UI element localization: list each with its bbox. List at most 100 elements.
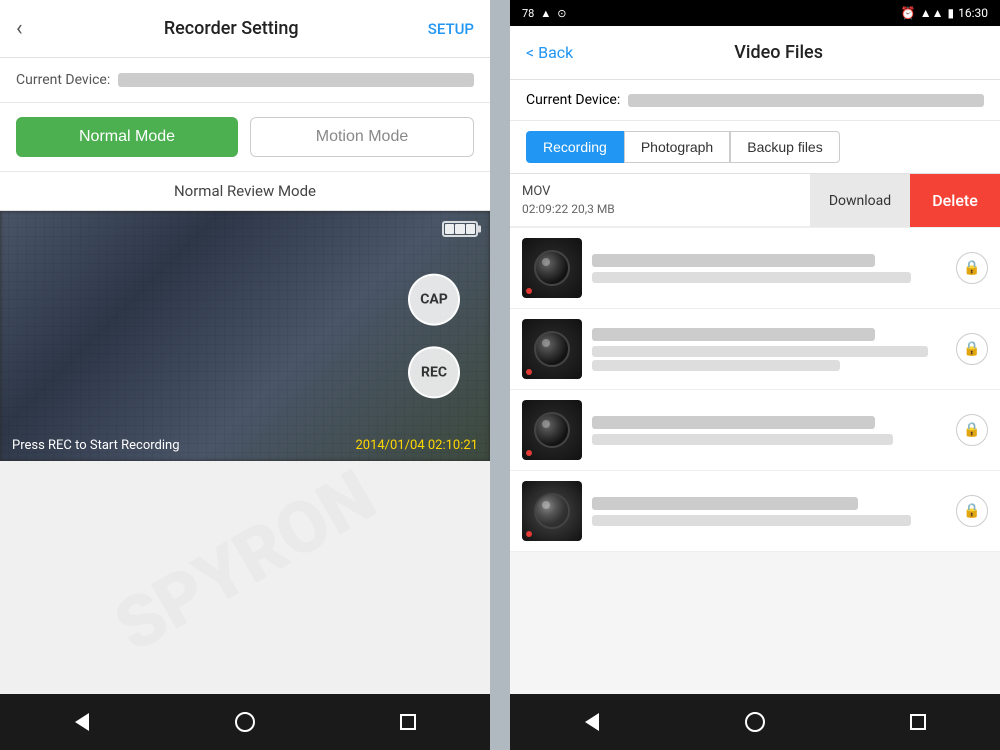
left-header: ‹ Recorder Setting SETUP [0,0,490,58]
nav-back-left[interactable] [62,702,102,742]
cap-button[interactable]: CAP [408,274,460,326]
back-triangle-icon-right [585,713,599,731]
file-row-1: 🔒 [510,228,1000,308]
file-name-blur-1 [592,254,875,267]
tab-recording[interactable]: Recording [526,131,624,163]
file-meta-blur-2 [592,346,928,357]
video-bottom-bar: Press REC to Start Recording 2014/01/04 … [0,430,490,461]
motion-mode-button[interactable]: Motion Mode [250,117,474,157]
alarm-icon: ⏰ [901,6,916,20]
nav-back-right[interactable] [572,702,612,742]
mode-buttons-row: Normal Mode Motion Mode [0,103,490,172]
file-row-2: 🔒 [510,309,1000,389]
camera-lens-icon [534,493,570,529]
file-list: 🔒 🔒 [510,228,1000,552]
device-label-left: Current Device: [16,72,110,88]
file-info-3 [592,416,946,445]
status-bar: 78 ▲ ⊙ ⏰ ▲▲ ▮ 16:30 [510,0,1000,26]
download-button[interactable]: Download [810,174,910,227]
file-name-blur-2 [592,328,875,341]
home-circle-icon-right [745,712,765,732]
file-info-4 [592,497,946,526]
video-overlay [0,211,490,461]
battery-status-icon: ▮ [948,6,955,20]
file-name-blur-4 [592,497,858,510]
device-row-left: Current Device: [0,58,490,103]
file-meta-first: 02:09:22 20,3 MB [522,202,800,216]
page-title-left: Recorder Setting [35,18,428,39]
camera-thumbnail-4 [522,481,582,541]
watermark: SPYRON [101,461,390,661]
review-mode-label: Normal Review Mode [0,172,490,211]
press-rec-text: Press REC to Start Recording [12,438,180,453]
left-phone: ‹ Recorder Setting SETUP Current Device:… [0,0,490,750]
left-content: Current Device: Normal Mode Motion Mode … [0,58,490,694]
nav-recent-left[interactable] [388,702,428,742]
right-nav-bar [510,694,1000,750]
file-name-blur-3 [592,416,875,429]
normal-mode-button[interactable]: Normal Mode [16,117,238,157]
rec-button[interactable]: REC [408,346,460,398]
camera-red-dot [526,531,532,537]
lock-icon-4[interactable]: 🔒 [956,495,988,527]
nav-home-left[interactable] [225,702,265,742]
right-header: < Back Video Files [510,26,1000,80]
nav-home-right[interactable] [735,702,775,742]
device-row-right: Current Device: [510,80,1000,121]
right-content: Current Device: Recording Photograph Bac… [510,80,1000,694]
camera-red-dot [526,369,532,375]
timestamp: 2014/01/04 02:10:21 [355,438,478,453]
lock-icon-2[interactable]: 🔒 [956,333,988,365]
recent-square-icon [400,714,416,730]
home-circle-icon [235,712,255,732]
video-preview: CAP REC Press REC to Start Recording 201… [0,211,490,461]
camera-lens-icon [534,412,570,448]
file-row-3: 🔒 [510,390,1000,470]
file-meta-blur-3 [592,434,893,445]
file-meta-blur-2b [592,360,840,371]
file-row-4: 🔒 [510,471,1000,551]
tab-backup-files[interactable]: Backup files [730,131,839,163]
status-left: 78 ▲ ⊙ [522,7,566,20]
back-triangle-icon [75,713,89,731]
back-button[interactable]: ‹ [16,16,23,41]
camera-thumbnail-1 [522,238,582,298]
lock-icon-3[interactable]: 🔒 [956,414,988,446]
nav-recent-right[interactable] [898,702,938,742]
status-icon-78: 78 [522,7,534,20]
first-file-item: MOV 02:09:22 20,3 MB Download Delete [510,174,1000,228]
camera-thumbnail-3 [522,400,582,460]
battery-icon [442,221,478,237]
tab-photograph[interactable]: Photograph [624,131,730,163]
camera-lens-icon [534,331,570,367]
setup-link[interactable]: SETUP [428,20,474,38]
mov-label: MOV [522,184,800,199]
device-label-right: Current Device: [526,92,620,108]
camera-status-icon: ⊙ [557,7,566,20]
right-phone: 78 ▲ ⊙ ⏰ ▲▲ ▮ 16:30 < Back Video Files C… [510,0,1000,750]
battery-bar-1 [445,224,454,234]
camera-red-dot [526,288,532,294]
table-row: 🔒 [510,309,1000,390]
back-link-right[interactable]: < Back [526,43,573,62]
time-display: 16:30 [958,6,988,20]
recent-square-icon-right [910,714,926,730]
file-info-2 [592,328,946,371]
device-value-left [118,73,474,87]
tabs-row: Recording Photograph Backup files [510,121,1000,174]
camera-thumbnail-2 [522,319,582,379]
camera-lens-icon [534,250,570,286]
delete-button[interactable]: Delete [910,174,1000,227]
lock-icon-1[interactable]: 🔒 [956,252,988,284]
page-title-right: Video Files [573,42,984,63]
table-row: 🔒 [510,390,1000,471]
left-nav-bar [0,694,490,750]
status-right: ⏰ ▲▲ ▮ 16:30 [901,6,988,20]
battery-bar-2 [455,224,464,234]
battery-bar-3 [466,224,475,234]
signal-icon: ▲ [540,7,551,20]
camera-red-dot [526,450,532,456]
table-row: 🔒 [510,471,1000,552]
table-row: 🔒 [510,228,1000,309]
device-value-right [628,94,984,107]
